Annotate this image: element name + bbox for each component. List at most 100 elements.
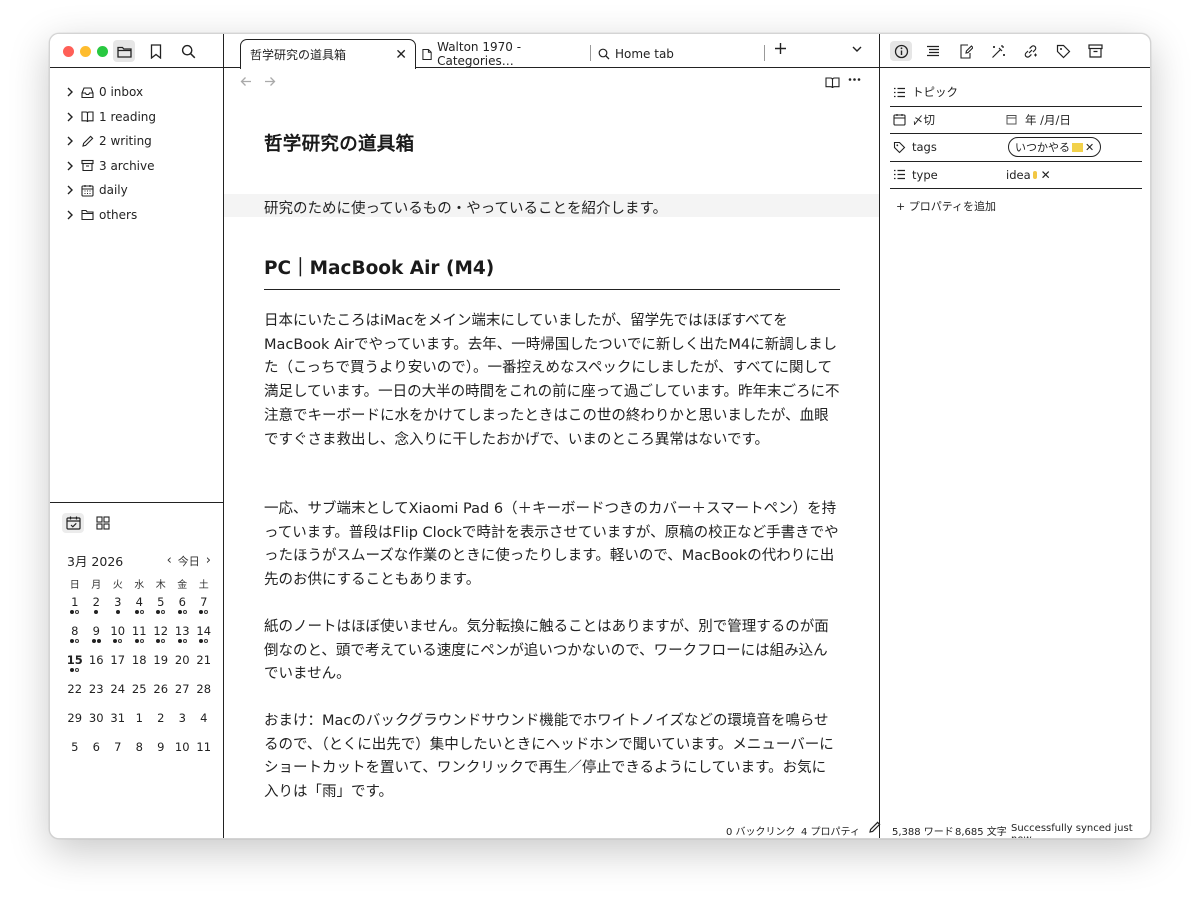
minimize-window-button[interactable] — [80, 46, 91, 57]
calendar-day[interactable]: 3 — [107, 595, 129, 624]
properties-count[interactable]: 4 プロパティ — [801, 823, 860, 838]
new-tab-button[interactable] — [774, 40, 787, 60]
back-button[interactable] — [240, 76, 252, 91]
calendar-day[interactable]: 23 — [86, 682, 108, 711]
sticky-note-emoji-icon — [1072, 142, 1083, 152]
day-number: 1 — [71, 595, 79, 609]
calendar-day[interactable]: 25 — [129, 682, 151, 711]
book-icon — [81, 111, 94, 123]
tree-folder-reading[interactable]: 1 reading — [64, 105, 156, 130]
calendar-day[interactable]: 21 — [193, 653, 215, 682]
calendar-day[interactable]: 5 — [64, 740, 86, 769]
calendar-day[interactable]: 10 — [172, 740, 194, 769]
calendar-day[interactable]: 4 — [129, 595, 151, 624]
search-icon — [598, 48, 610, 60]
close-window-button[interactable] — [63, 46, 74, 57]
calendar-day[interactable]: 31 — [107, 711, 129, 740]
calendar-day[interactable]: 9 — [150, 740, 172, 769]
zoom-window-button[interactable] — [97, 46, 108, 57]
calendar-day[interactable]: 11 — [193, 740, 215, 769]
search-button[interactable] — [179, 42, 197, 60]
property-tags[interactable]: tags いつかやる ✕ — [890, 134, 1142, 162]
backlinks-count[interactable]: 0 バックリンク — [726, 823, 796, 838]
calendar-day[interactable]: 16 — [86, 653, 108, 682]
grid-view-tab[interactable] — [92, 513, 114, 533]
calendar-day[interactable]: 18 — [129, 653, 151, 682]
property-topic[interactable]: トピック — [890, 79, 1142, 107]
calendar-day[interactable]: 20 — [172, 653, 194, 682]
tags-tab[interactable] — [1052, 41, 1074, 61]
tree-folder-daily[interactable]: daily — [64, 178, 156, 203]
calendar-day[interactable]: 3 — [172, 711, 194, 740]
bookmarks-button[interactable] — [147, 42, 165, 60]
calendar-day[interactable]: 10 — [107, 624, 129, 653]
type-value[interactable]: idea ✕ — [1006, 168, 1051, 182]
calendar-day[interactable]: 1 — [64, 595, 86, 624]
calendar-day[interactable]: 8 — [64, 624, 86, 653]
calendar-day[interactable]: 27 — [172, 682, 194, 711]
date-input[interactable]: 年 /月/日 — [1006, 112, 1071, 128]
calendar-day[interactable]: 5 — [150, 595, 172, 624]
outgoing-links-tab[interactable] — [1019, 41, 1041, 61]
tag-pill[interactable]: いつかやる ✕ — [1008, 137, 1102, 158]
calendar-day[interactable]: 12 — [150, 624, 172, 653]
calendar-tab[interactable] — [62, 513, 84, 533]
reading-view-button[interactable] — [825, 76, 840, 93]
calendar-day[interactable]: 2 — [86, 595, 108, 624]
add-property-button[interactable]: + プロパティを追加 — [896, 198, 996, 214]
calendar-day[interactable]: 4 — [193, 711, 215, 740]
remove-type-button[interactable]: ✕ — [1041, 168, 1051, 182]
calendar-day[interactable]: 13 — [172, 624, 194, 653]
tree-folder-writing[interactable]: 2 writing — [64, 129, 156, 154]
outline-tab[interactable] — [922, 41, 944, 61]
calendar-day[interactable]: 1 — [129, 711, 151, 740]
calendar-day[interactable]: 29 — [64, 711, 86, 740]
calendar-day[interactable]: 7 — [107, 740, 129, 769]
remove-tag-button[interactable]: ✕ — [1085, 141, 1094, 154]
note-dots — [193, 639, 215, 643]
note-dots — [64, 610, 86, 614]
file-properties-tab[interactable] — [890, 41, 912, 61]
calendar-day[interactable]: 28 — [193, 682, 215, 711]
tab-list-button[interactable] — [851, 40, 863, 60]
day-number: 20 — [174, 653, 190, 667]
magic-wand-tab[interactable] — [987, 41, 1009, 61]
note-dots — [107, 610, 129, 614]
calendar-day[interactable]: 7 — [193, 595, 215, 624]
tree-folder-others[interactable]: others — [64, 203, 156, 228]
tree-folder-archive[interactable]: 3 archive — [64, 154, 156, 179]
calendar-day[interactable]: 24 — [107, 682, 129, 711]
calendar-day[interactable]: 6 — [172, 595, 194, 624]
date-value: 年 /月/日 — [1025, 112, 1071, 127]
tab-walton[interactable]: Walton 1970 - Categories… — [422, 39, 588, 69]
calendar-day[interactable]: 11 — [129, 624, 151, 653]
more-options-button[interactable] — [848, 73, 861, 90]
tab-home[interactable]: Home tab — [598, 39, 758, 69]
tree-folder-inbox[interactable]: 0 inbox — [64, 80, 156, 105]
close-tab-button[interactable]: ✕ — [395, 47, 407, 63]
calendar-day[interactable]: 6 — [86, 740, 108, 769]
calendar-day[interactable]: 8 — [129, 740, 151, 769]
calendar-day[interactable]: 2 — [150, 711, 172, 740]
archive-tab[interactable] — [1084, 41, 1106, 61]
tag-value-pill[interactable]: いつかやる ✕ — [1008, 137, 1102, 158]
note-title[interactable]: 哲学研究の道具箱 — [264, 130, 840, 156]
intro-callout: 研究のために使っているもの・やっていることを紹介します。 — [224, 194, 879, 217]
forward-button[interactable] — [264, 76, 276, 91]
property-type[interactable]: type idea ✕ — [890, 162, 1142, 189]
calendar-day[interactable]: 14 — [193, 624, 215, 653]
calendar-day[interactable]: 19 — [150, 653, 172, 682]
prev-month-button[interactable]: ‹ — [163, 553, 176, 568]
calendar-day[interactable]: 26 — [150, 682, 172, 711]
calendar-day[interactable]: 22 — [64, 682, 86, 711]
property-deadline[interactable]: 〆切 年 /月/日 — [890, 107, 1142, 134]
today-button[interactable]: 今日 — [176, 553, 202, 569]
calendar-day[interactable]: 9 — [86, 624, 108, 653]
next-month-button[interactable]: › — [202, 553, 215, 568]
edit-note-tab[interactable] — [955, 41, 977, 61]
files-view-button[interactable] — [113, 40, 135, 62]
calendar-day-today[interactable]: 15 — [64, 653, 86, 682]
tab-active-note[interactable]: 哲学研究の道具箱 ✕ — [240, 39, 416, 69]
calendar-day[interactable]: 17 — [107, 653, 129, 682]
calendar-day[interactable]: 30 — [86, 711, 108, 740]
